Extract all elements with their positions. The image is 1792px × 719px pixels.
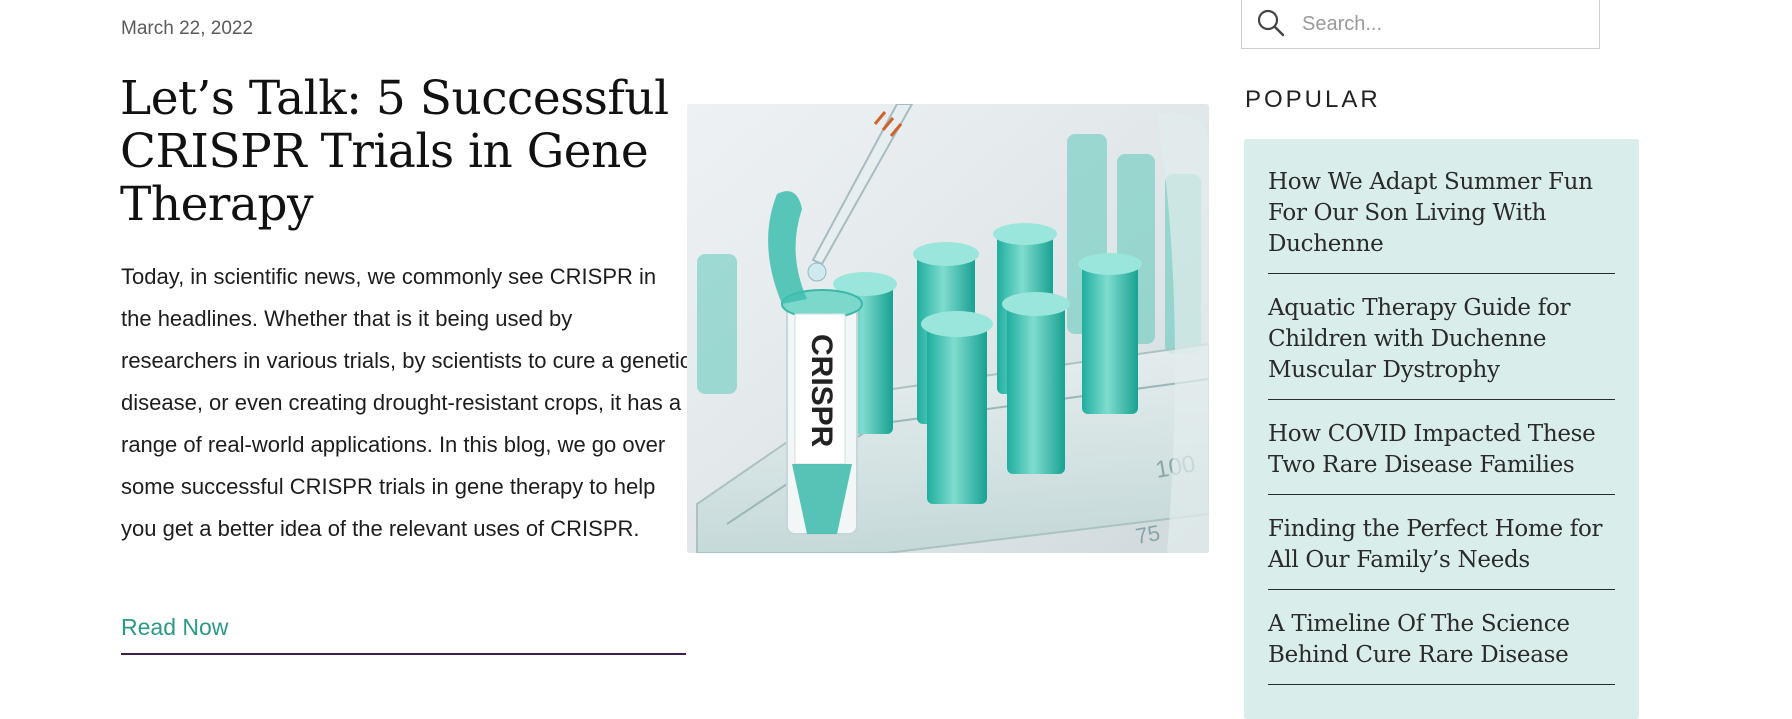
popular-link[interactable]: How We Adapt Summer Fun For Our Son Livi… <box>1268 167 1615 260</box>
popular-item: How COVID Impacted These Two Rare Diseas… <box>1268 413 1615 495</box>
popular-link[interactable]: Finding the Perfect Home for All Our Fam… <box>1268 514 1615 576</box>
post-date: March 22, 2022 <box>121 18 254 39</box>
search-icon[interactable] <box>1256 8 1286 38</box>
popular-link[interactable]: Aquatic Therapy Guide for Children with … <box>1268 293 1615 386</box>
svg-text:75: 75 <box>1134 520 1162 549</box>
post-hero-image[interactable]: CRISPR 100 75 <box>687 104 1209 553</box>
popular-item: Aquatic Therapy Guide for Children with … <box>1268 287 1615 400</box>
popular-link[interactable]: A Timeline Of The Science Behind Cure Ra… <box>1268 609 1615 671</box>
popular-item: How We Adapt Summer Fun For Our Son Livi… <box>1268 161 1615 274</box>
popular-link[interactable]: How COVID Impacted These Two Rare Diseas… <box>1268 419 1615 481</box>
popular-list: How We Adapt Summer Fun For Our Son Livi… <box>1268 161 1615 685</box>
read-now-link[interactable]: Read Now <box>121 614 686 655</box>
popular-item: Finding the Perfect Home for All Our Fam… <box>1268 508 1615 590</box>
popular-item: A Timeline Of The Science Behind Cure Ra… <box>1268 603 1615 685</box>
post-excerpt: Today, in scientific news, we commonly s… <box>121 264 691 541</box>
search-input[interactable] <box>1300 7 1594 41</box>
popular-list-panel: How We Adapt Summer Fun For Our Son Livi… <box>1244 139 1639 719</box>
search-box[interactable] <box>1241 0 1600 49</box>
post-title[interactable]: Let’s Talk: 5 Successful CRISPR Trials i… <box>120 72 680 231</box>
svg-text:CRISPR: CRISPR <box>805 334 838 448</box>
popular-heading: POPULAR <box>1245 86 1381 113</box>
